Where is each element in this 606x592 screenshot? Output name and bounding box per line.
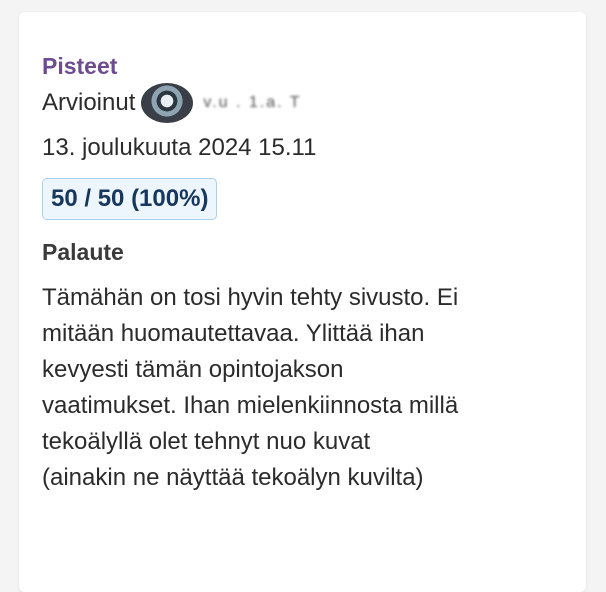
grader-name[interactable]: v.u . 1.a. T xyxy=(203,94,301,112)
feedback-line: kevyesti tämän opintojakson xyxy=(42,356,344,383)
feedback-line: tekoälyllä olet tehnyt nuo kuvat xyxy=(42,428,371,455)
feedback-line: vaatimukset. Ihan mielenkiinnosta millä xyxy=(42,392,459,419)
feedback-line: mitään huomautettavaa. Ylittää ihan xyxy=(42,320,425,347)
grader-avatar[interactable] xyxy=(141,83,194,123)
score-badge: 50 / 50 (100%) xyxy=(42,178,218,220)
graded-date: 13. joulukuuta 2024 15.11 xyxy=(42,134,317,161)
points-heading: Pisteet xyxy=(42,53,118,79)
grading-card: Pisteet Arvioinut v.u . 1.a. T 13. joulu… xyxy=(19,12,586,592)
feedback-text: Tämähän on tosi hyvin tehty sivusto. Ei … xyxy=(42,280,562,496)
grader-label: Arvioinut xyxy=(42,89,136,116)
feedback-heading: Palaute xyxy=(42,239,124,265)
feedback-line: (ainakin ne näyttää tekoälyn kuvilta) xyxy=(42,464,424,491)
grader-row: Arvioinut v.u . 1.a. T xyxy=(42,83,562,123)
grading-content: Pisteet Arvioinut v.u . 1.a. T 13. joulu… xyxy=(42,52,562,496)
feedback-line: Tämähän on tosi hyvin tehty sivusto. Ei xyxy=(42,284,459,311)
